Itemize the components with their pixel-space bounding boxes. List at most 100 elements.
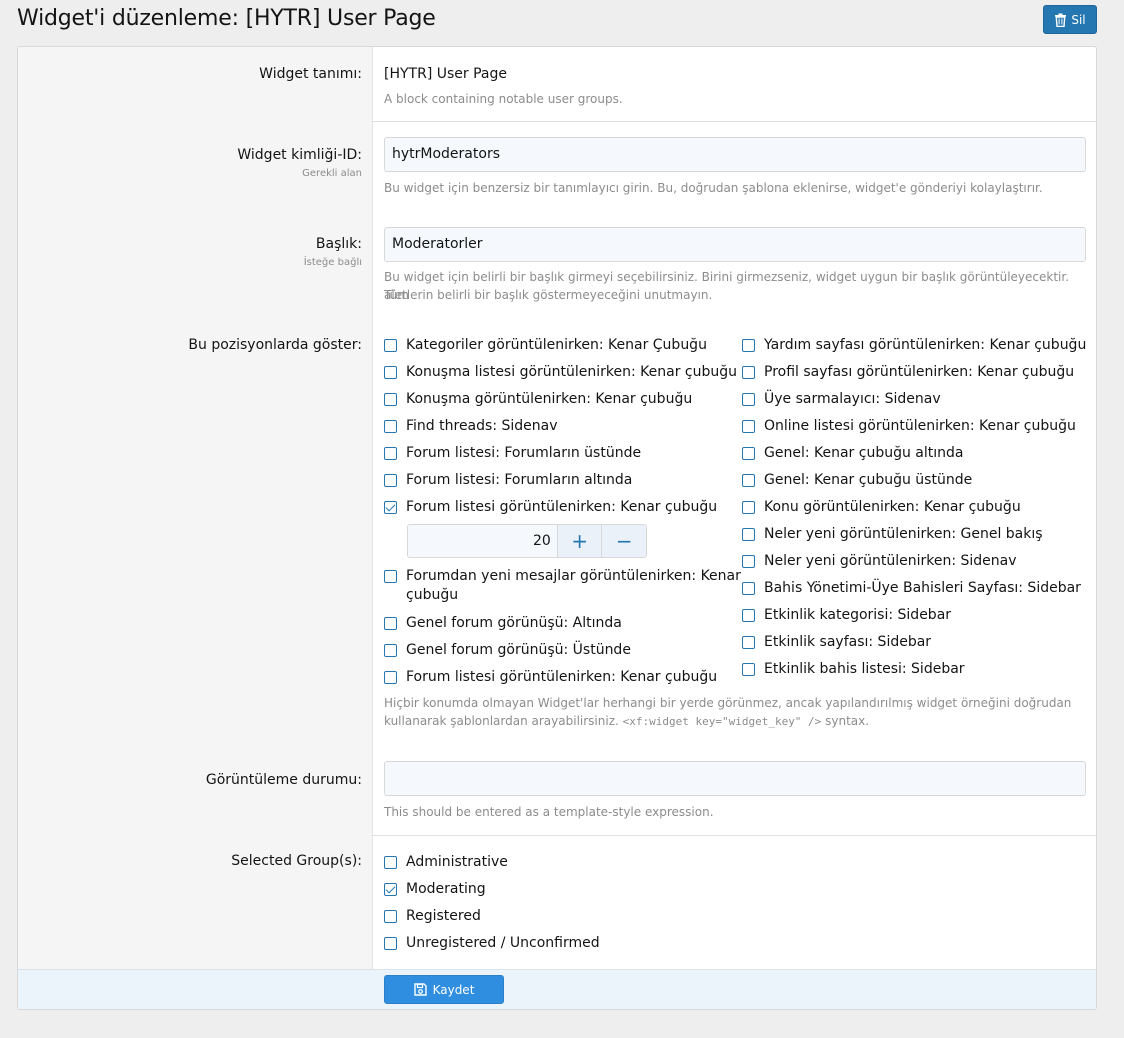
- definition-label: Widget tanımı:: [259, 66, 362, 82]
- checkbox-label: Genel forum görünüşü: Altında: [406, 614, 622, 633]
- checkbox[interactable]: [742, 339, 755, 352]
- widget-id-hint: Bu widget için benzersiz bir tanımlayıcı…: [384, 181, 1043, 195]
- display-condition-label: Görüntüleme durumu:: [205, 772, 362, 788]
- position-checkbox[interactable]: Online listesi görüntülenirken: Kenar çu…: [742, 417, 1076, 436]
- position-checkbox[interactable]: Profil sayfası görüntülenirken: Kenar çu…: [742, 363, 1074, 382]
- position-checkbox[interactable]: Etkinlik sayfası: Sidebar: [742, 633, 931, 652]
- position-checkbox[interactable]: Konu görüntülenirken: Kenar çubuğu: [742, 498, 1021, 517]
- checkbox[interactable]: [384, 856, 397, 869]
- widget-id-label: Widget kimliği-ID:: [237, 147, 362, 163]
- checkbox-label: Etkinlik bahis listesi: Sidebar: [764, 660, 965, 679]
- checkbox[interactable]: [742, 663, 755, 676]
- group-checkbox[interactable]: Registered: [384, 907, 481, 926]
- checkbox[interactable]: [384, 420, 397, 433]
- definition-description: A block containing notable user groups.: [384, 92, 623, 106]
- title-input[interactable]: Moderatorler: [384, 227, 1086, 262]
- group-checkbox[interactable]: Unregistered / Unconfirmed: [384, 934, 600, 953]
- page-title: Widget'i düzenleme: [HYTR] User Page: [17, 6, 436, 31]
- widget-id-required: Gerekli alan: [302, 168, 362, 179]
- position-checkbox[interactable]: Etkinlik bahis listesi: Sidebar: [742, 660, 965, 679]
- position-checkbox[interactable]: Konuşma listesi görüntülenirken: Kenar ç…: [384, 363, 737, 382]
- checkbox-label-text: Forum listesi görüntülenirken: Kenar çub…: [406, 669, 718, 685]
- checkbox-label-text: Genel: Kenar çubuğu altında: [764, 445, 964, 461]
- increment-button[interactable]: +: [556, 525, 602, 557]
- position-checkbox[interactable]: Forum listesi görüntülenirken: Kenar çub…: [384, 668, 717, 687]
- group-checkbox[interactable]: Administrative: [384, 853, 508, 872]
- checkbox-checked[interactable]: [384, 883, 397, 896]
- position-checkbox[interactable]: Üye sarmalayıcı: Sidenav: [742, 390, 941, 409]
- checkbox-label: Yardım sayfası görüntülenirken: Kenar çu…: [764, 336, 1086, 355]
- checkbox-label-text: Etkinlik kategorisi: Sidebar: [764, 607, 952, 623]
- position-checkbox[interactable]: Yardım sayfası görüntülenirken: Kenar çu…: [742, 336, 1086, 355]
- decrement-button[interactable]: −: [601, 525, 646, 557]
- delete-button[interactable]: Sil: [1043, 5, 1097, 34]
- checkbox[interactable]: [742, 636, 755, 649]
- label-column: [18, 47, 373, 969]
- position-checkbox[interactable]: Bahis Yönetimi-Üye Bahisleri Sayfası: Si…: [742, 579, 1081, 598]
- checkbox[interactable]: [384, 366, 397, 379]
- position-checkbox[interactable]: Find threads: Sidenav: [384, 417, 558, 436]
- checkbox-label-text: Genel: Kenar çubuğu üstünde: [764, 472, 973, 488]
- checkbox[interactable]: [742, 393, 755, 406]
- position-checkbox[interactable]: Genel: Kenar çubuğu üstünde: [742, 471, 972, 490]
- checkbox[interactable]: [742, 501, 755, 514]
- position-checkbox[interactable]: Etkinlik kategorisi: Sidebar: [742, 606, 951, 625]
- position-checkbox[interactable]: Neler yeni görüntülenirken: Genel bakış: [742, 525, 1043, 544]
- checkbox[interactable]: [742, 528, 755, 541]
- checkbox-label-text: Find threads: Sidenav: [406, 418, 558, 434]
- checkbox[interactable]: [384, 447, 397, 460]
- position-checkbox[interactable]: Genel forum görünüşü: Altında: [384, 614, 622, 633]
- position-checkbox[interactable]: Kategoriler görüntülenirken: Kenar Çubuğ…: [384, 336, 707, 355]
- checkbox[interactable]: [742, 582, 755, 595]
- checkbox-label: Etkinlik kategorisi: Sidebar: [764, 606, 951, 625]
- checkbox[interactable]: [742, 366, 755, 379]
- checkbox[interactable]: [384, 910, 397, 923]
- checkbox-label: Administrative: [406, 853, 508, 872]
- checkbox-label: Forum listesi: Forumların altında: [406, 471, 632, 490]
- checkbox[interactable]: [742, 447, 755, 460]
- save-button[interactable]: Kaydet: [384, 975, 504, 1004]
- save-icon: [413, 983, 427, 996]
- limit-input[interactable]: 20: [408, 525, 557, 557]
- display-condition-input[interactable]: [384, 761, 1086, 796]
- position-checkbox[interactable]: Genel forum görünüşü: Üstünde: [384, 641, 631, 660]
- checkbox[interactable]: [742, 420, 755, 433]
- divider: [373, 835, 1096, 836]
- checkbox-label-text: Üye sarmalayıcı: Sidenav: [764, 391, 941, 407]
- checkbox-label-text: Forum listesi görüntülenirken: Kenar çub…: [406, 499, 718, 515]
- position-checkbox[interactable]: Neler yeni görüntülenirken: Sidenav: [742, 552, 1017, 571]
- checkbox[interactable]: [742, 609, 755, 622]
- checkbox[interactable]: [384, 474, 397, 487]
- display-condition-hint: This should be entered as a template-sty…: [384, 805, 714, 819]
- position-checkbox[interactable]: Forum listesi: Forumların altında: [384, 471, 632, 490]
- position-checkbox[interactable]: Forum listesi görüntülenirken: Kenar çub…: [384, 498, 717, 517]
- positions-hint-2: kullanarak şablonlardan arayabilirsiniz.…: [384, 712, 869, 731]
- checkbox-label: Konu görüntülenirken: Kenar çubuğu: [764, 498, 1021, 517]
- checkbox[interactable]: [384, 644, 397, 657]
- checkbox[interactable]: [384, 937, 397, 950]
- checkbox[interactable]: [384, 339, 397, 352]
- checkbox[interactable]: [742, 555, 755, 568]
- checkbox-label-text: Forumdan yeni mesajlar görüntülenirken: …: [406, 568, 741, 584]
- position-checkbox[interactable]: Genel: Kenar çubuğu altında: [742, 444, 964, 463]
- checkbox-label: Neler yeni görüntülenirken: Sidenav: [764, 552, 1017, 571]
- checkbox[interactable]: [742, 474, 755, 487]
- checkbox-label-text: Genel forum görünüşü: Üstünde: [406, 642, 631, 658]
- checkbox-checked[interactable]: [384, 501, 397, 514]
- checkbox-label: Genel forum görünüşü: Üstünde: [406, 641, 631, 660]
- position-checkbox[interactable]: Forum listesi: Forumların üstünde: [384, 444, 641, 463]
- position-checkbox[interactable]: Forumdan yeni mesajlar görüntülenirken: …: [384, 567, 741, 605]
- checkbox-label-text: Konuşma görüntülenirken: Kenar çubuğu: [406, 391, 693, 407]
- checkbox[interactable]: [384, 393, 397, 406]
- checkbox[interactable]: [384, 671, 397, 684]
- checkbox-label: Konuşma listesi görüntülenirken: Kenar ç…: [406, 363, 737, 382]
- checkbox-label-text: Yardım sayfası görüntülenirken: Kenar çu…: [764, 337, 1087, 353]
- widget-id-input[interactable]: hytrModerators: [384, 137, 1086, 172]
- position-checkbox[interactable]: Konuşma görüntülenirken: Kenar çubuğu: [384, 390, 692, 409]
- group-checkbox[interactable]: Moderating: [384, 880, 486, 899]
- delete-button-label: Sil: [1071, 12, 1086, 27]
- checkbox[interactable]: [384, 570, 397, 583]
- checkbox-label: Üye sarmalayıcı: Sidenav: [764, 390, 941, 409]
- checkbox[interactable]: [384, 617, 397, 630]
- checkbox-label-text: Registered: [406, 908, 481, 924]
